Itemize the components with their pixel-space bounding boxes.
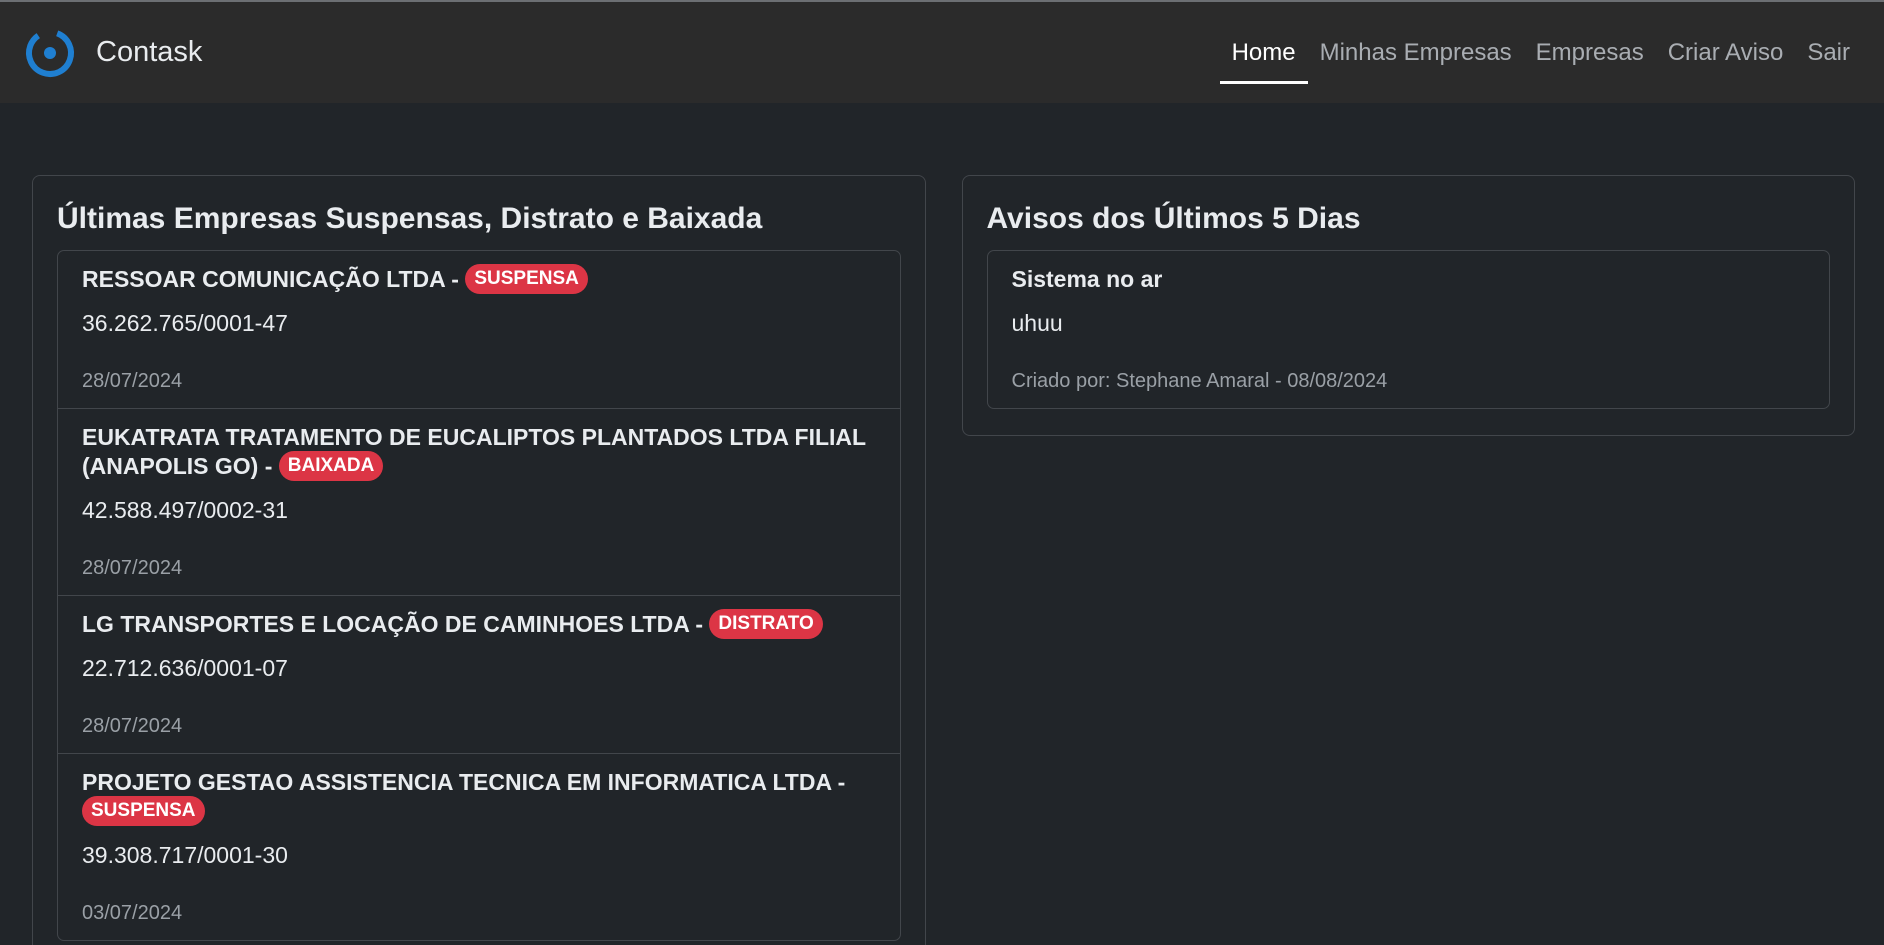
- status-badge: BAIXADA: [278, 450, 384, 481]
- company-date: 28/07/2024: [82, 369, 183, 392]
- notice-title: Sistema no ar: [1011, 266, 1163, 292]
- notice-item[interactable]: Sistema no ar uhuu Criado por: Stephane …: [988, 251, 1830, 408]
- nav-item-home[interactable]: Home: [1219, 2, 1308, 103]
- companies-card-title: Últimas Empresas Suspensas, Distrato e B…: [57, 202, 763, 235]
- company-title: RESSOAR COMUNICAÇÃO LTDA - SUSPENSA: [82, 263, 876, 296]
- company-cnpj: 42.588.497/0002-31: [82, 496, 288, 523]
- companies-card: Últimas Empresas Suspensas, Distrato e B…: [32, 175, 926, 945]
- company-cnpj: 22.712.636/0001-07: [82, 654, 288, 681]
- nav-item-sair[interactable]: Sair: [1795, 2, 1862, 103]
- companies-list: RESSOAR COMUNICAÇÃO LTDA - SUSPENSA 36.2…: [57, 250, 901, 941]
- company-name: PROJETO GESTAO ASSISTENCIA TECNICA EM IN…: [82, 768, 846, 795]
- company-cnpj: 39.308.717/0001-30: [82, 841, 288, 868]
- notices-card: Avisos dos Últimos 5 Dias Sistema no ar …: [961, 175, 1855, 436]
- company-name: RESSOAR COMUNICAÇÃO LTDA -: [82, 266, 459, 292]
- company-date: 28/07/2024: [82, 714, 183, 737]
- status-badge: DISTRATO: [709, 608, 823, 639]
- notices-list: Sistema no ar uhuu Criado por: Stephane …: [986, 250, 1830, 409]
- brand[interactable]: Contask: [24, 27, 202, 79]
- nav-item-minhas-empresas[interactable]: Minhas Empresas: [1308, 2, 1524, 103]
- company-name: LG TRANSPORTES E LOCAÇÃO DE CAMINHOES LT…: [82, 610, 703, 637]
- status-badge: SUSPENSA: [465, 263, 588, 294]
- notices-card-title: Avisos dos Últimos 5 Dias: [986, 202, 1361, 235]
- notice-body: uhuu: [1011, 310, 1063, 336]
- status-badge: SUSPENSA: [82, 795, 205, 826]
- contask-logo-icon: [26, 28, 74, 77]
- notice-meta: Criado por: Stephane Amaral - 08/08/2024: [1011, 370, 1388, 392]
- company-date: 28/07/2024: [82, 556, 183, 579]
- company-item[interactable]: PROJETO GESTAO ASSISTENCIA TECNICA EM IN…: [58, 754, 900, 940]
- company-title: LG TRANSPORTES E LOCAÇÃO DE CAMINHOES LT…: [82, 608, 876, 641]
- nav-menu: Home Minhas Empresas Empresas Criar Avis…: [1219, 2, 1862, 103]
- brand-name: Contask: [96, 36, 203, 68]
- company-item[interactable]: RESSOAR COMUNICAÇÃO LTDA - SUSPENSA 36.2…: [58, 251, 900, 409]
- main-content: Últimas Empresas Suspensas, Distrato e B…: [0, 103, 1884, 945]
- company-cnpj: 36.262.765/0001-47: [82, 309, 288, 336]
- company-name: EUKATRATA TRATAMENTO DE EUCALIPTOS PLANT…: [82, 423, 866, 479]
- company-item[interactable]: LG TRANSPORTES E LOCAÇÃO DE CAMINHOES LT…: [58, 596, 900, 754]
- company-title: EUKATRATA TRATAMENTO DE EUCALIPTOS PLANT…: [82, 423, 876, 483]
- nav-item-empresas[interactable]: Empresas: [1524, 2, 1656, 103]
- company-item[interactable]: EUKATRATA TRATAMENTO DE EUCALIPTOS PLANT…: [58, 409, 900, 596]
- navbar: Contask Home Minhas Empresas Empresas Cr…: [0, 2, 1884, 103]
- nav-item-criar-aviso[interactable]: Criar Aviso: [1656, 2, 1796, 103]
- company-date: 03/07/2024: [82, 901, 183, 924]
- company-title: PROJETO GESTAO ASSISTENCIA TECNICA EM IN…: [82, 768, 876, 828]
